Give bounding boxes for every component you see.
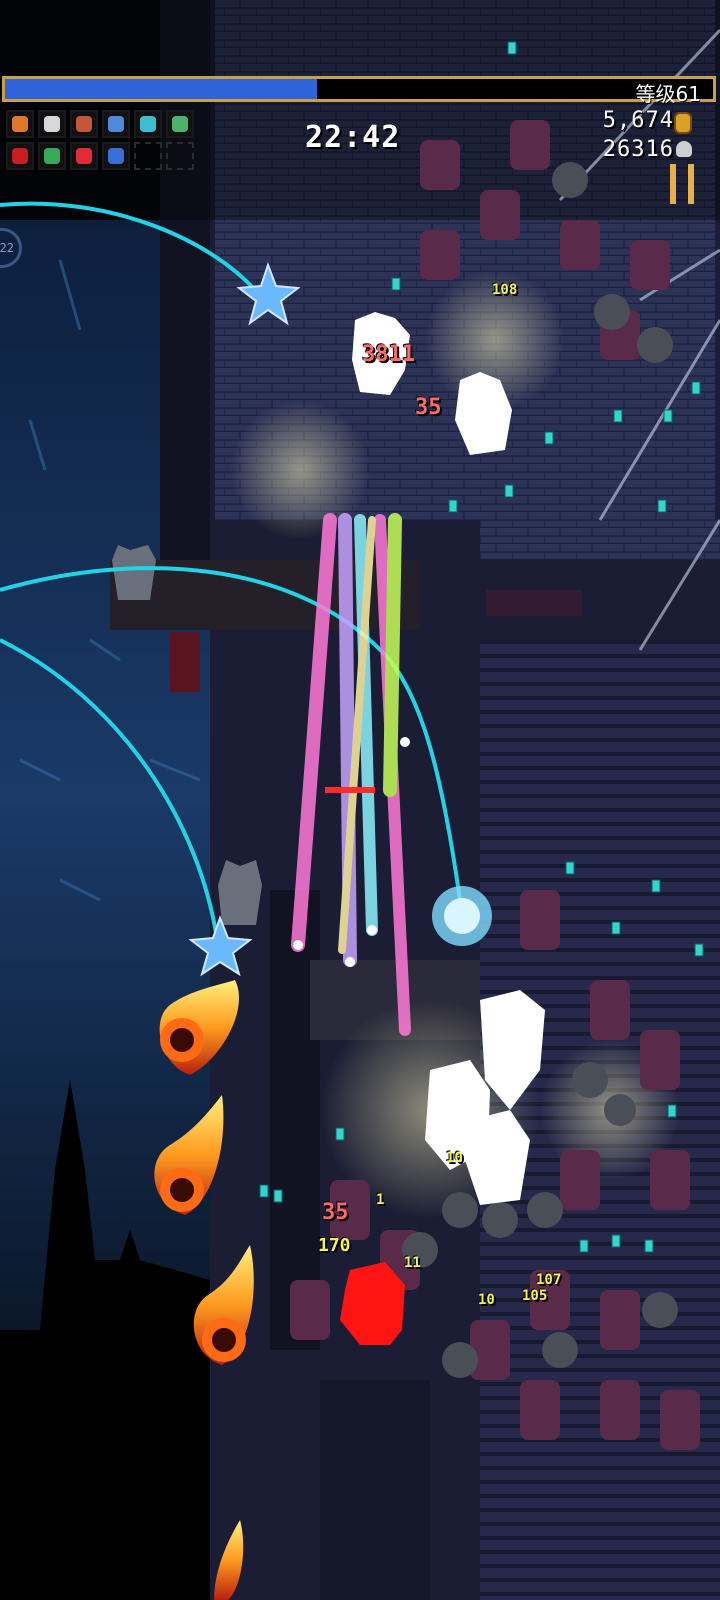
damage-number: 35 <box>415 395 442 420</box>
damage-number-small: 1 <box>376 1192 385 1208</box>
feather-icon <box>38 142 66 170</box>
damage-number-small: 107 <box>536 1272 562 1288</box>
clock-icon <box>76 116 92 132</box>
fire-orb-icon <box>12 116 28 132</box>
heart-icon <box>76 148 92 164</box>
ring-icon <box>102 142 130 170</box>
damage-number-small: 108 <box>492 282 518 298</box>
skull-icon <box>38 110 66 138</box>
damage-number: 35 <box>322 1200 349 1225</box>
vine-icon <box>172 116 188 132</box>
damage-number: 3811 <box>362 342 415 367</box>
damage-number: 170 <box>318 1235 351 1256</box>
experience-bar: 等级61 <box>2 76 716 106</box>
bird-icon <box>134 110 162 138</box>
survival-timer: 22:42 <box>305 120 401 155</box>
damage-number-small: 10 <box>446 1150 463 1166</box>
vine-icon <box>166 110 194 138</box>
red-tome-icon <box>12 148 28 164</box>
fire-orb-icon <box>6 110 34 138</box>
clock-icon <box>70 110 98 138</box>
bird-icon <box>140 116 156 132</box>
game-scene <box>0 0 720 1600</box>
kill-count: 26316 <box>602 137 674 162</box>
feather-icon <box>44 148 60 164</box>
damage-number-small: 10 <box>478 1292 495 1308</box>
damage-number-small: 11 <box>404 1255 421 1271</box>
empty-slot <box>166 142 194 170</box>
experience-fill <box>5 79 317 99</box>
pause-button[interactable] <box>670 164 694 204</box>
skull-icon <box>676 141 692 157</box>
damage-number-small: 105 <box>522 1288 548 1304</box>
red-tome-icon <box>6 142 34 170</box>
heart-icon <box>70 142 98 170</box>
empty-slot <box>134 142 162 170</box>
ring-icon <box>108 148 124 164</box>
gold-count: 5,674 <box>602 108 674 133</box>
wand-icon <box>102 110 130 138</box>
wand-icon <box>108 116 124 132</box>
level-label: 等级61 <box>635 82 701 106</box>
skull-icon <box>44 116 60 132</box>
coin-icon <box>674 112 692 134</box>
